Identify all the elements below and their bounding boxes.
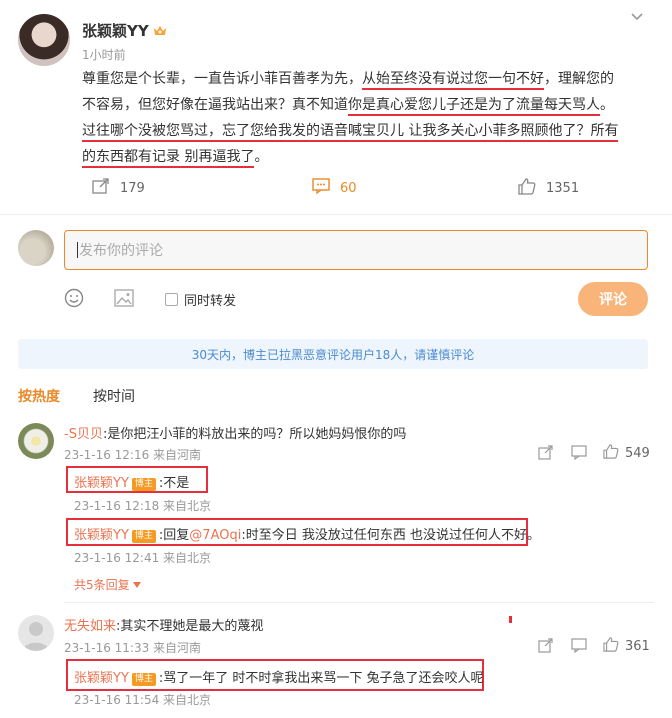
more-replies-link[interactable]: 共5条回复	[74, 576, 141, 593]
blogger-badge: 博主	[131, 478, 156, 491]
comment-like-count: 549	[625, 446, 650, 461]
like-button[interactable]: 1351	[518, 178, 579, 199]
commenter-avatar	[18, 423, 54, 459]
comment-line: 无失如来:其实不理她是最大的蔑视	[64, 619, 264, 634]
crown-icon	[153, 24, 167, 37]
image-icon[interactable]	[114, 289, 134, 311]
reply-line: 张颖颖YY 博主:骂了一年了 时不时拿我出来骂一下 兔子急了还会咬人呢	[74, 671, 484, 686]
repost-count: 179	[120, 180, 145, 196]
commenter-avatar	[18, 615, 54, 651]
reply-icon[interactable]	[571, 445, 587, 464]
comment-like-count: 361	[625, 639, 650, 654]
tab-sort-hot[interactable]: 按热度	[18, 386, 60, 406]
repost-checkbox[interactable]	[165, 293, 178, 306]
repost-icon	[92, 178, 110, 198]
tab-sort-time[interactable]: 按时间	[93, 386, 135, 406]
comment-count: 60	[340, 180, 357, 196]
thumbs-up-icon	[603, 444, 619, 463]
share-icon[interactable]	[538, 638, 554, 657]
comment-like-button[interactable]: 549	[603, 444, 650, 463]
reply-meta: 23-1-16 12:41 来自北京	[74, 551, 212, 565]
author-avatar[interactable]	[18, 14, 70, 66]
comment-like-button[interactable]: 361	[603, 637, 650, 656]
reply-icon[interactable]	[571, 638, 587, 657]
default-user-icon	[23, 622, 49, 651]
submit-comment-button[interactable]: 评论	[578, 282, 648, 316]
reply-author-name[interactable]: 张颖颖YY	[74, 671, 129, 686]
comment-input[interactable]: 发布你的评论	[64, 230, 648, 270]
comment-icon	[312, 178, 330, 198]
reply-line: 张颖颖YY 博主:回复@7AOqi:时至今日 我没放过任何东西 也没说过任何人不好…	[74, 528, 540, 543]
mention-link[interactable]: @7AOqi	[189, 528, 241, 543]
comment-meta: 23-1-16 12:16 来自河南	[64, 448, 202, 462]
post-body: 尊重您是个长辈，一直告诉小菲百善孝为先，从始至终没有说过您一句不好，理解您的 不…	[82, 66, 662, 170]
reply-meta: 23-1-16 11:54 来自北京	[74, 693, 212, 707]
also-repost-label: 同时转发	[184, 294, 237, 309]
post-time: 1小时前	[82, 48, 126, 62]
reply-line: 张颖颖YY 博主:不是	[74, 476, 190, 491]
reply-author-name[interactable]: 张颖颖YY	[74, 476, 129, 491]
repost-button[interactable]: 179	[92, 178, 145, 198]
commenter-name[interactable]: -S贝贝	[64, 427, 103, 442]
comment-line: -S贝贝:是你把汪小菲的料放出来的吗？所以她妈妈恨你的吗	[64, 427, 407, 442]
commenter-name[interactable]: 无失如来	[64, 619, 116, 634]
author-name[interactable]: 张颖颖YY	[82, 20, 149, 41]
notice-banner: 30天内，博主已拉黑恶意评论用户18人，请谨慎评论	[18, 339, 648, 369]
emoji-icon[interactable]	[64, 288, 84, 312]
my-avatar	[18, 230, 54, 266]
reply-author-name[interactable]: 张颖颖YY	[74, 528, 129, 543]
comment-button[interactable]: 60	[312, 178, 357, 198]
thumbs-up-icon	[518, 178, 536, 199]
like-count: 1351	[546, 181, 580, 196]
comment-placeholder: 发布你的评论	[79, 243, 163, 259]
caret-down-icon	[132, 577, 141, 592]
blogger-badge: 博主	[131, 530, 156, 543]
blogger-badge: 博主	[131, 673, 156, 686]
share-icon[interactable]	[538, 445, 554, 464]
thumbs-up-icon	[603, 637, 619, 656]
comment-meta: 23-1-16 11:33 来自河南	[64, 641, 202, 655]
more-chevron-icon[interactable]	[630, 10, 644, 26]
reply-meta: 23-1-16 12:18 来自北京	[74, 499, 212, 513]
